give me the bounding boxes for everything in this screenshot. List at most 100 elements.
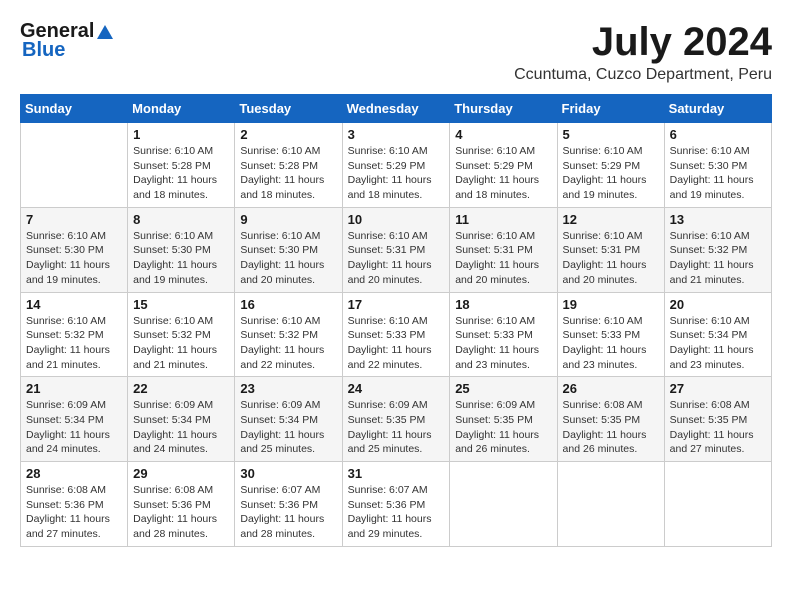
day-info: Sunrise: 6:10 AMSunset: 5:34 PMDaylight:…: [670, 314, 766, 373]
day-number: 5: [563, 127, 659, 142]
day-number: 30: [240, 466, 336, 481]
day-number: 8: [133, 212, 229, 227]
calendar-cell: 5Sunrise: 6:10 AMSunset: 5:29 PMDaylight…: [557, 123, 664, 208]
calendar-cell: 19 Sunrise: 6:10 AMSunset: 5:33 PMDayligh…: [557, 292, 664, 377]
day-info: Sunrise: 6:10 AMSunset: 5:31 PMDaylight:…: [563, 229, 659, 288]
calendar-header-row: SundayMondayTuesdayWednesdayThursdayFrid…: [21, 95, 772, 123]
calendar-cell: 25 Sunrise: 6:09 AMSunset: 5:35 PMDayligh…: [450, 377, 557, 462]
day-number: 16: [240, 297, 336, 312]
day-info: Sunrise: 6:10 AMSunset: 5:31 PMDaylight:…: [455, 229, 551, 288]
calendar-cell: 6 Sunrise: 6:10 AMSunset: 5:30 PMDaylight…: [664, 123, 771, 208]
calendar-cell: 21 Sunrise: 6:09 AMSunset: 5:34 PMDayligh…: [21, 377, 128, 462]
day-info: Sunrise: 6:09 AMSunset: 5:34 PMDaylight:…: [240, 398, 336, 457]
day-info: Sunrise: 6:10 AMSunset: 5:32 PMDaylight:…: [133, 314, 229, 373]
day-number: 13: [670, 212, 766, 227]
weekday-header: Saturday: [664, 95, 771, 123]
day-info: Sunrise: 6:10 AMSunset: 5:29 PMDaylight:…: [455, 144, 551, 203]
calendar-cell: 16 Sunrise: 6:10 AMSunset: 5:32 PMDayligh…: [235, 292, 342, 377]
day-number: 21: [26, 381, 122, 396]
day-info: Sunrise: 6:10 AMSunset: 5:28 PMDaylight:…: [240, 144, 336, 203]
calendar-cell: [450, 462, 557, 547]
day-number: 25: [455, 381, 551, 396]
calendar-week-row: 21 Sunrise: 6:09 AMSunset: 5:34 PMDayligh…: [21, 377, 772, 462]
day-number: 23: [240, 381, 336, 396]
day-info: Sunrise: 6:10 AMSunset: 5:29 PMDaylight:…: [348, 144, 445, 203]
calendar-cell: 24 Sunrise: 6:09 AMSunset: 5:35 PMDayligh…: [342, 377, 450, 462]
day-number: 29: [133, 466, 229, 481]
calendar-cell: [664, 462, 771, 547]
day-number: 6: [670, 127, 766, 142]
day-number: 27: [670, 381, 766, 396]
weekday-header: Wednesday: [342, 95, 450, 123]
day-info: Sunrise: 6:09 AMSunset: 5:35 PMDaylight:…: [455, 398, 551, 457]
day-number: 15: [133, 297, 229, 312]
calendar-cell: 14 Sunrise: 6:10 AMSunset: 5:32 PMDayligh…: [21, 292, 128, 377]
day-number: 9: [240, 212, 336, 227]
day-info: Sunrise: 6:10 AMSunset: 5:33 PMDaylight:…: [563, 314, 659, 373]
calendar-cell: 12 Sunrise: 6:10 AMSunset: 5:31 PMDayligh…: [557, 207, 664, 292]
day-info: Sunrise: 6:07 AMSunset: 5:36 PMDaylight:…: [348, 483, 445, 542]
day-info: Sunrise: 6:07 AMSunset: 5:36 PMDaylight:…: [240, 483, 336, 542]
day-number: 28: [26, 466, 122, 481]
day-info: Sunrise: 6:09 AMSunset: 5:34 PMDaylight:…: [26, 398, 122, 457]
title-area: July 2024 Ccuntuma, Cuzco Department, Pe…: [514, 20, 772, 84]
calendar-cell: 13 Sunrise: 6:10 AMSunset: 5:32 PMDayligh…: [664, 207, 771, 292]
calendar-cell: 31 Sunrise: 6:07 AMSunset: 5:36 PMDayligh…: [342, 462, 450, 547]
location-title: Ccuntuma, Cuzco Department, Peru: [514, 66, 772, 84]
day-info: Sunrise: 6:10 AMSunset: 5:30 PMDaylight:…: [670, 144, 766, 203]
day-info: Sunrise: 6:10 AMSunset: 5:30 PMDaylight:…: [133, 229, 229, 288]
calendar-cell: 4 Sunrise: 6:10 AMSunset: 5:29 PMDaylight…: [450, 123, 557, 208]
calendar-cell: 18Sunrise: 6:10 AMSunset: 5:33 PMDayligh…: [450, 292, 557, 377]
calendar-cell: 9Sunrise: 6:10 AMSunset: 5:30 PMDaylight…: [235, 207, 342, 292]
day-number: 14: [26, 297, 122, 312]
day-info: Sunrise: 6:08 AMSunset: 5:36 PMDaylight:…: [26, 483, 122, 542]
day-info: Sunrise: 6:09 AMSunset: 5:34 PMDaylight:…: [133, 398, 229, 457]
calendar-cell: 3 Sunrise: 6:10 AMSunset: 5:29 PMDaylight…: [342, 123, 450, 208]
day-info: Sunrise: 6:10 AMSunset: 5:33 PMDaylight:…: [348, 314, 445, 373]
calendar-cell: 8 Sunrise: 6:10 AMSunset: 5:30 PMDaylight…: [128, 207, 235, 292]
day-info: Sunrise: 6:10 AMSunset: 5:32 PMDaylight:…: [26, 314, 122, 373]
calendar-cell: 10Sunrise: 6:10 AMSunset: 5:31 PMDayligh…: [342, 207, 450, 292]
day-info: Sunrise: 6:08 AMSunset: 5:35 PMDaylight:…: [563, 398, 659, 457]
calendar-cell: 27Sunrise: 6:08 AMSunset: 5:35 PMDayligh…: [664, 377, 771, 462]
day-info: Sunrise: 6:09 AMSunset: 5:35 PMDaylight:…: [348, 398, 445, 457]
calendar-cell: 29 Sunrise: 6:08 AMSunset: 5:36 PMDayligh…: [128, 462, 235, 547]
day-number: 24: [348, 381, 445, 396]
day-number: 20: [670, 297, 766, 312]
day-number: 2: [240, 127, 336, 142]
logo-blue: Blue: [22, 39, 65, 62]
day-info: Sunrise: 6:10 AMSunset: 5:31 PMDaylight:…: [348, 229, 445, 288]
logo-icon: [95, 23, 115, 41]
day-number: 17: [348, 297, 445, 312]
day-info: Sunrise: 6:10 AMSunset: 5:28 PMDaylight:…: [133, 144, 229, 203]
calendar-cell: 11Sunrise: 6:10 AMSunset: 5:31 PMDayligh…: [450, 207, 557, 292]
day-number: 19: [563, 297, 659, 312]
calendar-cell: 22 Sunrise: 6:09 AMSunset: 5:34 PMDayligh…: [128, 377, 235, 462]
calendar: SundayMondayTuesdayWednesdayThursdayFrid…: [20, 94, 772, 547]
calendar-cell: 17 Sunrise: 6:10 AMSunset: 5:33 PMDayligh…: [342, 292, 450, 377]
calendar-week-row: 7Sunrise: 6:10 AMSunset: 5:30 PMDaylight…: [21, 207, 772, 292]
day-number: 3: [348, 127, 445, 142]
day-info: Sunrise: 6:10 AMSunset: 5:32 PMDaylight:…: [670, 229, 766, 288]
weekday-header: Thursday: [450, 95, 557, 123]
calendar-cell: 15 Sunrise: 6:10 AMSunset: 5:32 PMDayligh…: [128, 292, 235, 377]
calendar-cell: 30 Sunrise: 6:07 AMSunset: 5:36 PMDayligh…: [235, 462, 342, 547]
calendar-cell: [557, 462, 664, 547]
day-number: 26: [563, 381, 659, 396]
day-number: 22: [133, 381, 229, 396]
header: General Blue July 2024 Ccuntuma, Cuzco D…: [20, 20, 772, 84]
calendar-cell: 28 Sunrise: 6:08 AMSunset: 5:36 PMDayligh…: [21, 462, 128, 547]
day-number: 1: [133, 127, 229, 142]
weekday-header: Sunday: [21, 95, 128, 123]
day-number: 12: [563, 212, 659, 227]
day-info: Sunrise: 6:08 AMSunset: 5:36 PMDaylight:…: [133, 483, 229, 542]
calendar-cell: 20 Sunrise: 6:10 AMSunset: 5:34 PMDayligh…: [664, 292, 771, 377]
calendar-week-row: 28 Sunrise: 6:08 AMSunset: 5:36 PMDayligh…: [21, 462, 772, 547]
day-number: 4: [455, 127, 551, 142]
day-info: Sunrise: 6:10 AMSunset: 5:32 PMDaylight:…: [240, 314, 336, 373]
calendar-cell: [21, 123, 128, 208]
day-number: 31: [348, 466, 445, 481]
weekday-header: Monday: [128, 95, 235, 123]
calendar-cell: 23 Sunrise: 6:09 AMSunset: 5:34 PMDayligh…: [235, 377, 342, 462]
calendar-cell: 26 Sunrise: 6:08 AMSunset: 5:35 PMDayligh…: [557, 377, 664, 462]
